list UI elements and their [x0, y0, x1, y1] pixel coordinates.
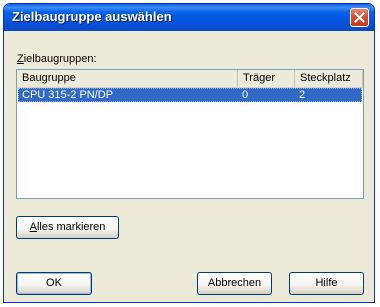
close-button[interactable]: [350, 8, 369, 27]
help-button[interactable]: Hilfe: [289, 272, 364, 295]
cell-traeger: 0: [242, 89, 249, 101]
table-row[interactable]: CPU 315-2 PN/DP 0 2: [18, 88, 362, 102]
list-header: Baugruppe Träger Steckplatz: [17, 70, 363, 88]
select-all-button[interactable]: Alles markieren: [16, 216, 119, 239]
column-header-baugruppe[interactable]: Baugruppe: [17, 70, 238, 87]
target-modules-label: Zielbaugruppen:: [17, 53, 97, 65]
cell-baugruppe: CPU 315-2 PN/DP: [22, 89, 114, 101]
title-bar[interactable]: Zielbaugruppe auswählen: [4, 4, 374, 31]
close-x-icon: [354, 12, 365, 23]
cancel-button[interactable]: Abbrechen: [197, 272, 272, 295]
window-title: Zielbaugruppe auswählen: [12, 9, 172, 24]
cell-steckplatz: 2: [299, 89, 306, 101]
module-list[interactable]: Baugruppe Träger Steckplatz CPU 315-2 PN…: [16, 69, 364, 199]
ok-button[interactable]: OK: [16, 272, 92, 295]
column-header-steckplatz[interactable]: Steckplatz: [295, 70, 363, 87]
column-header-traeger[interactable]: Träger: [238, 70, 295, 87]
dialog-window: Zielbaugruppe auswählen Zielbaugruppen: …: [3, 3, 375, 303]
